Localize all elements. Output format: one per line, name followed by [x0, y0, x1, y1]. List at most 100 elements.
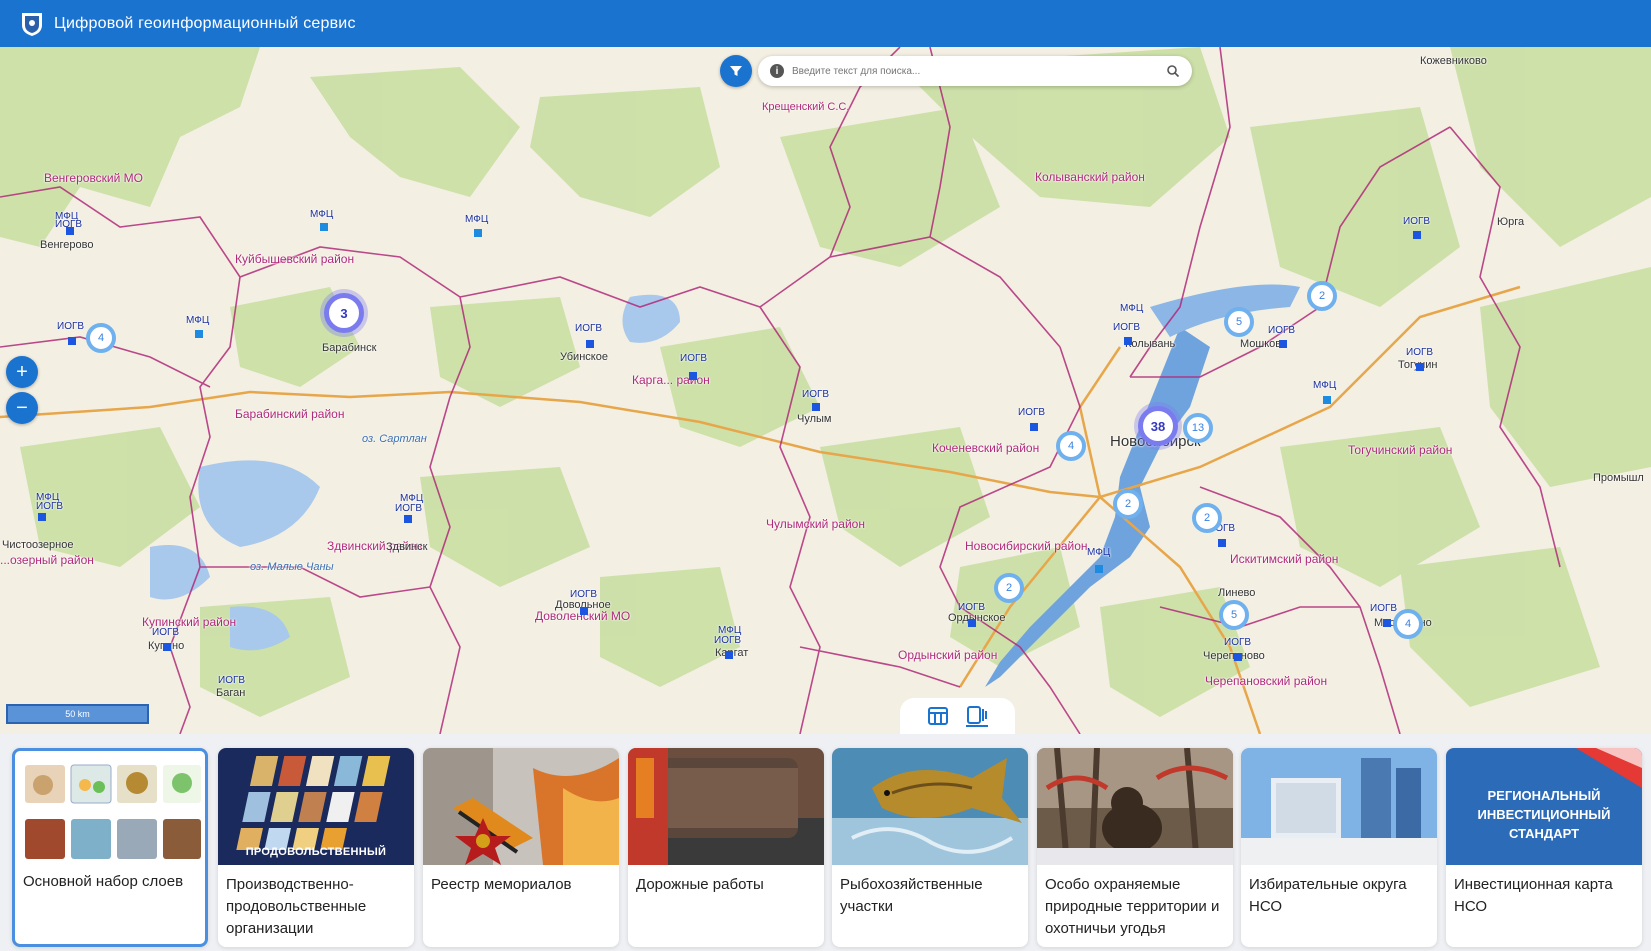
iogv-marker[interactable] [1234, 653, 1242, 661]
map-canvas[interactable]: Венгеровский МО Куйбышевский район Бараб… [0, 47, 1651, 734]
layer-card-protected-areas[interactable]: Особо охраняемые природные территории и … [1037, 748, 1233, 947]
map-cluster[interactable]: 2 [994, 573, 1024, 603]
place-label: Здвинск [386, 541, 428, 553]
poi-label-iogv: ИОГВ [1406, 347, 1434, 358]
district-label: Венгеровский МО [44, 171, 143, 185]
layer-card-basic[interactable]: Основной набор слоев [12, 748, 208, 947]
lake-label: оз. Сартлан [362, 433, 427, 445]
search-box: i [758, 56, 1192, 86]
table-view-button[interactable] [927, 705, 949, 727]
mfc-marker[interactable] [195, 330, 203, 338]
place-label: Промышл [1593, 472, 1644, 484]
poi-label-iogv: ИОГВ [575, 323, 603, 334]
layer-thumbnail [423, 748, 619, 865]
map-cluster[interactable]: 2 [1113, 489, 1143, 519]
info-icon[interactable]: i [770, 64, 784, 78]
poi-label-iogv: ИОГВ [958, 602, 986, 613]
panel-view-button[interactable] [966, 705, 989, 727]
map-cluster[interactable]: 2 [1192, 503, 1222, 533]
map-cluster[interactable]: 38 [1138, 406, 1178, 446]
iogv-marker[interactable] [38, 513, 46, 521]
district-label: Ордынский район [898, 648, 998, 662]
place-label: Барабинск [322, 342, 377, 354]
iogv-marker[interactable] [1279, 340, 1287, 348]
poi-label-mfc: МФЦ [310, 209, 334, 220]
poi-label-iogv: ИОГВ [1224, 637, 1252, 648]
map-cluster[interactable]: 5 [1224, 307, 1254, 337]
poi-label-iogv: ИОГВ [57, 321, 85, 332]
map-cluster[interactable]: 4 [1393, 609, 1423, 639]
scale-bar: 50 km [6, 704, 149, 724]
iogv-marker[interactable] [812, 403, 820, 411]
mfc-marker[interactable] [474, 229, 482, 237]
view-toggle [900, 698, 1015, 734]
iogv-marker[interactable] [68, 337, 76, 345]
place-label: Ордынское [948, 612, 1006, 624]
iogv-marker[interactable] [1383, 619, 1391, 627]
layer-card-road-works[interactable]: Дорожные работы [628, 748, 824, 947]
map-cluster[interactable]: 4 [1056, 431, 1086, 461]
place-label: Крещенский С.С. [762, 101, 850, 113]
iogv-marker[interactable] [580, 607, 588, 615]
layer-card-fishery[interactable]: Рыбохозяйственные участки [832, 748, 1028, 947]
map-cluster[interactable]: 13 [1183, 413, 1213, 443]
poi-label-iogv: ИОГВ [1268, 325, 1296, 336]
district-label: Колыванский район [1035, 170, 1145, 184]
iogv-marker[interactable] [1218, 539, 1226, 547]
iogv-marker[interactable] [1124, 337, 1132, 345]
poi-label-mfc: МФЦ [465, 214, 489, 225]
mfc-marker[interactable] [1323, 396, 1331, 404]
iogv-marker[interactable] [1416, 363, 1424, 371]
layer-banner-text: ПРОДОВОЛЬСТВЕННЫЙ [245, 846, 387, 858]
mfc-marker[interactable] [320, 223, 328, 231]
layer-card-label: Инвестиционная карта НСО [1454, 876, 1613, 915]
zoom-in-button[interactable]: + [6, 356, 38, 388]
search-icon[interactable] [1166, 64, 1180, 78]
poi-label-iogv: ИОГВ [570, 589, 598, 600]
iogv-marker[interactable] [725, 651, 733, 659]
place-label: Баган [216, 687, 246, 699]
layer-card-investment-map[interactable]: РЕГИОНАЛЬНЫЙ ИНВЕСТИЦИОННЫЙ СТАНДАРТ Инв… [1446, 748, 1642, 947]
iogv-marker[interactable] [66, 227, 74, 235]
poi-label-iogv: ИОГВ [152, 627, 180, 638]
layer-card-label: Основной набор слоев [23, 873, 184, 890]
search-input[interactable] [792, 65, 1166, 77]
district-label: Тогучинский район [1348, 443, 1453, 457]
search-bar: i [720, 55, 1192, 87]
district-label: Коченевский район [932, 441, 1040, 455]
district-label: Карга... район [632, 373, 710, 387]
place-label: Юрга [1497, 216, 1525, 228]
iogv-marker[interactable] [689, 372, 697, 380]
layer-card-label: Избирательные округа НСО [1249, 876, 1407, 915]
iogv-marker[interactable] [1030, 423, 1038, 431]
filter-button[interactable] [720, 55, 752, 87]
layer-card-label: Реестр мемориалов [431, 876, 572, 893]
district-label: Чулымский район [766, 517, 865, 531]
layers-panel: Основной набор слоев ПРОДОВОЛЬСТВЕННЫЙ П… [0, 734, 1651, 951]
layer-card-electoral-districts[interactable]: Избирательные округа НСО [1241, 748, 1437, 947]
zoom-out-button[interactable]: − [6, 392, 38, 424]
district-label: Куйбышевский район [235, 252, 355, 266]
iogv-marker[interactable] [586, 340, 594, 348]
map-cluster[interactable]: 5 [1219, 600, 1249, 630]
layer-card-memorials[interactable]: Реестр мемориалов [423, 748, 619, 947]
poi-label-mfc: МФЦ [186, 315, 210, 326]
map-cluster[interactable]: 2 [1307, 281, 1337, 311]
place-label: Линево [1218, 587, 1256, 599]
iogv-marker[interactable] [163, 643, 171, 651]
iogv-marker[interactable] [1413, 231, 1421, 239]
side-panel-icon [967, 706, 988, 724]
layer-thumbnail [1037, 748, 1233, 865]
mfc-marker[interactable] [1095, 565, 1103, 573]
app-title: Цифровой геоинформационный сервис [54, 14, 356, 32]
iogv-marker[interactable] [404, 515, 412, 523]
layer-card-food-production[interactable]: ПРОДОВОЛЬСТВЕННЫЙ Производственно-продов… [218, 748, 414, 947]
poi-label-mfc: МФЦ [1120, 303, 1144, 314]
iogv-marker[interactable] [968, 619, 976, 627]
poi-label-iogv: ИОГВ [395, 503, 423, 514]
map-cluster[interactable]: 4 [86, 323, 116, 353]
place-label: Колывань [1125, 338, 1176, 350]
layer-card-label: Рыбохозяйственные участки [840, 876, 983, 915]
map-cluster[interactable]: 3 [324, 293, 364, 333]
place-label: Чистоозерное [2, 539, 74, 551]
